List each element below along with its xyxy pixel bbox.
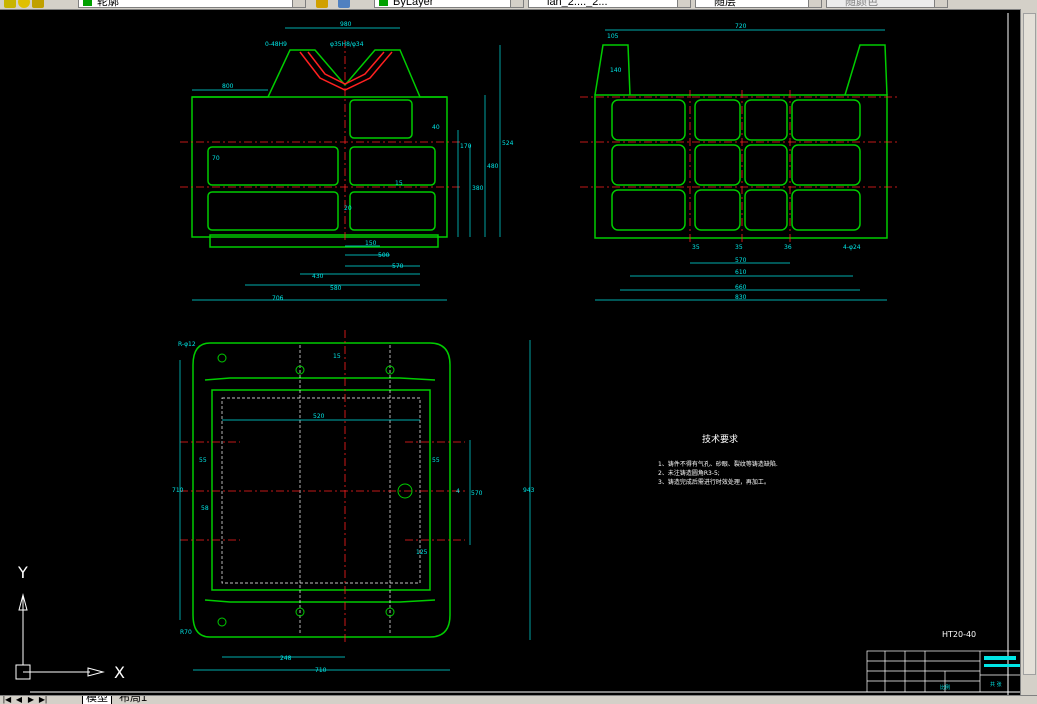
- vertical-scrollbar[interactable]: [1020, 9, 1037, 695]
- dim-text: 524: [502, 140, 514, 147]
- plan-view: R-φ12 15 520 55 58 710 55 4 570 943 125 …: [172, 330, 535, 674]
- dim-text: 105: [607, 33, 619, 40]
- chevron-down-icon: [934, 0, 947, 7]
- dim-text: 380: [472, 185, 484, 192]
- drawing-canvas[interactable]: 980 0-48H9 φ35H8/φ34 800 40 170 380 480 …: [0, 9, 1021, 695]
- dim-text: 55: [432, 457, 440, 464]
- dim-text: 20: [344, 205, 352, 212]
- tech-req-item: 1、铸件不得有气孔、砂眼、裂纹等铸造缺陷.: [658, 460, 778, 468]
- linetype-label: lan_2...._2...: [547, 0, 608, 8]
- dim-text: 125: [416, 549, 428, 556]
- ucs-y-label: Y: [17, 563, 28, 582]
- tech-req-item: 3、铸造完成后需进行时效处理，再加工。: [658, 478, 770, 486]
- dim-text: 15: [395, 180, 403, 187]
- lineweight-dropdown[interactable]: 随层: [695, 0, 822, 8]
- dim-text: 170: [460, 143, 472, 150]
- color-dropdown[interactable]: ByLayer: [374, 0, 524, 8]
- scrollbar-thumb[interactable]: [1023, 13, 1036, 675]
- dim-text: 570: [735, 257, 747, 264]
- layer-lock-icon[interactable]: [32, 0, 44, 8]
- dim-text: 58: [201, 505, 209, 512]
- dim-text: 15: [333, 353, 341, 360]
- title-block-text: 比例: [940, 684, 950, 691]
- dim-text: 150: [365, 240, 377, 247]
- dim-text: 35: [735, 244, 743, 251]
- layer-name: 轮廓: [97, 0, 119, 8]
- dim-text: 720: [735, 23, 747, 30]
- chevron-down-icon: [808, 0, 821, 7]
- dim-text: 500: [378, 252, 390, 259]
- chevron-down-icon: [677, 0, 690, 7]
- dim-text: R-φ12: [178, 341, 196, 348]
- dim-text: 706: [272, 295, 284, 302]
- layer-state-icon[interactable]: [4, 0, 16, 8]
- dim-text: 4-φ24: [843, 244, 861, 251]
- dim-text: 710: [172, 487, 184, 494]
- dim-text: 800: [222, 83, 234, 90]
- tech-req-item: 2、未注铸造圆角R3-5;: [658, 469, 720, 477]
- dim-text: R70: [180, 629, 192, 636]
- front-view: 980 0-48H9 φ35H8/φ34 800 40 170 380 480 …: [180, 21, 514, 302]
- dim-text: 520: [313, 413, 325, 420]
- dim-text: 55: [199, 457, 207, 464]
- drawing-frame: [30, 13, 1021, 695]
- dim-text: 660: [735, 284, 747, 291]
- dim-text: 580: [330, 285, 342, 292]
- material-label: HT20-40: [942, 630, 976, 639]
- side-view: 720 105 140 35 35 36 4-φ24 570 610 660 8…: [580, 23, 900, 301]
- lineweight-label: 随层: [714, 0, 736, 8]
- dim-text: 610: [735, 269, 747, 276]
- dim-text: 710: [315, 667, 327, 674]
- dim-text: 4: [456, 488, 460, 495]
- dim-text: 830: [735, 294, 747, 301]
- ucs-x-label: X: [114, 663, 125, 682]
- title-block-text: 共 张: [990, 681, 1002, 688]
- dim-text: 70: [212, 155, 220, 162]
- linetype-dropdown[interactable]: lan_2...._2...: [528, 0, 691, 8]
- title-block: HT20-40 共 张 比例: [866, 630, 1021, 693]
- layer-dropdown[interactable]: 轮廓: [78, 0, 306, 8]
- dim-text: 0-48H9: [265, 41, 287, 48]
- dim-text: 140: [610, 67, 622, 74]
- dim-text: 36: [784, 244, 792, 251]
- dim-text: 40: [432, 124, 440, 131]
- dim-text: 248: [280, 655, 292, 662]
- layer-sun-icon[interactable]: [18, 0, 30, 8]
- dim-text: 35: [692, 244, 700, 251]
- tech-req-title: 技术要求: [702, 433, 738, 445]
- color-label: ByLayer: [393, 0, 434, 8]
- layer-previous-icon[interactable]: [338, 0, 350, 8]
- dim-text: φ35H8/φ34: [330, 41, 364, 48]
- dim-text: 480: [487, 163, 499, 170]
- dim-text: 980: [340, 21, 352, 28]
- make-current-icon[interactable]: [316, 0, 328, 8]
- dim-text: 943: [523, 487, 535, 494]
- dim-text: 570: [471, 490, 483, 497]
- chevron-down-icon: [510, 0, 523, 7]
- plotstyle-dropdown[interactable]: 随颜色: [826, 0, 948, 8]
- dim-text: 430: [312, 273, 324, 280]
- chevron-down-icon: [292, 0, 305, 7]
- plotstyle-label: 随颜色: [845, 0, 878, 8]
- ucs-icon: [15, 593, 105, 680]
- dim-text: 570: [392, 263, 404, 270]
- technical-requirements: 技术要求 1、铸件不得有气孔、砂眼、裂纹等铸造缺陷. 2、未注铸造圆角R3-5;…: [658, 433, 778, 486]
